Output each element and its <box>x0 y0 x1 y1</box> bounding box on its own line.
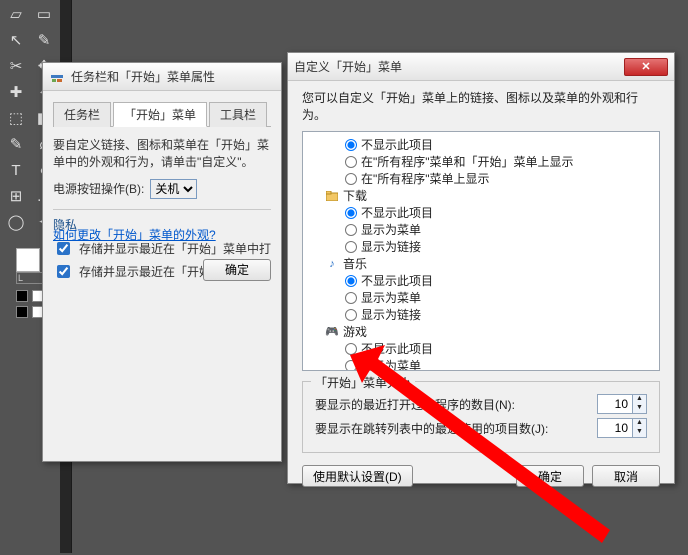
option-label: 显示为菜单 <box>361 289 421 306</box>
option-label: 不显示此项目 <box>361 272 433 289</box>
tool-icon[interactable]: ◯ <box>5 212 27 232</box>
radio-option[interactable] <box>345 309 357 321</box>
jumplist-items-spinner[interactable]: ▲▼ <box>597 418 647 438</box>
radio-option[interactable] <box>345 360 357 372</box>
games-icon: 🎮 <box>325 325 339 339</box>
music-icon: ♪ <box>325 257 339 271</box>
tool-icon[interactable]: ✂ <box>5 56 27 76</box>
dialog-titlebar[interactable]: 任务栏和「开始」菜单属性 <box>43 63 281 91</box>
group-legend: 「开始」菜单大小 <box>311 374 415 391</box>
folder-icon <box>325 189 339 203</box>
taskbar-properties-dialog: 任务栏和「开始」菜单属性 任务栏 「开始」菜单 工具栏 要自定义链接、图标和菜单… <box>42 62 282 462</box>
recent-programs-label: 要显示的最近打开过的程序的数目(N): <box>315 396 515 413</box>
spin-up-icon[interactable]: ▲ <box>632 395 646 404</box>
option-label: 显示为链接 <box>361 238 421 255</box>
dialog-title: 任务栏和「开始」菜单属性 <box>71 68 275 85</box>
tab-taskbar[interactable]: 任务栏 <box>53 102 111 127</box>
option-label: 不显示此项目 <box>361 340 433 357</box>
swatch-mini[interactable] <box>16 306 28 318</box>
tool-icon[interactable]: ⬚ <box>5 108 27 128</box>
tab-strip: 任务栏 「开始」菜单 工具栏 <box>53 101 271 127</box>
radio-option[interactable] <box>345 241 357 253</box>
description-text: 要自定义链接、图标和菜单在「开始」菜单中的外观和行为，请单击"自定义"。 <box>53 137 271 171</box>
option-label: 显示为链接 <box>361 306 421 323</box>
foreground-swatch[interactable] <box>16 248 40 272</box>
store-recent-start-checkbox[interactable] <box>57 242 70 255</box>
spinner-input[interactable] <box>598 421 632 435</box>
tab-toolbars[interactable]: 工具栏 <box>209 102 267 127</box>
spin-up-icon[interactable]: ▲ <box>632 419 646 428</box>
option-label: 不显示此项目 <box>361 136 433 153</box>
tab-start-menu[interactable]: 「开始」菜单 <box>113 102 207 127</box>
swatch-label: L <box>16 272 44 284</box>
option-label: 在"所有程序"菜单上显示 <box>361 170 490 187</box>
spin-down-icon[interactable]: ▼ <box>632 428 646 437</box>
option-label: 在"所有程序"菜单和「开始」菜单上显示 <box>361 153 574 170</box>
start-menu-size-group: 「开始」菜单大小 要显示的最近打开过的程序的数目(N): ▲▼ 要显示在跳转列表… <box>302 381 660 453</box>
store-recent-taskbar-checkbox[interactable] <box>57 265 70 278</box>
spin-down-icon[interactable]: ▼ <box>632 404 646 413</box>
options-tree[interactable]: 不显示此项目 在"所有程序"菜单和「开始」菜单上显示 在"所有程序"菜单上显示 … <box>302 131 660 371</box>
tool-icon[interactable]: ✚ <box>5 82 27 102</box>
tool-icon[interactable]: T <box>5 160 27 180</box>
radio-option[interactable] <box>345 156 357 168</box>
window-icon <box>49 69 65 85</box>
use-defaults-button[interactable]: 使用默认设置(D) <box>302 465 413 487</box>
group-downloads: 下载 <box>343 187 367 204</box>
spinner-input[interactable] <box>598 397 632 411</box>
dialog-title: 自定义「开始」菜单 <box>294 58 624 75</box>
radio-option[interactable] <box>345 173 357 185</box>
ok-button[interactable]: 确定 <box>516 465 584 487</box>
option-label: 不显示此项目 <box>361 204 433 221</box>
tool-icon[interactable]: ▱ <box>5 4 27 24</box>
description-text: 您可以自定义「开始」菜单上的链接、图标以及菜单的外观和行为。 <box>302 89 660 123</box>
radio-option[interactable] <box>345 224 357 236</box>
option-label: 显示为菜单 <box>361 357 421 371</box>
tool-icon[interactable]: ✎ <box>5 134 27 154</box>
radio-option[interactable] <box>345 207 357 219</box>
cancel-button[interactable]: 取消 <box>592 465 660 487</box>
close-button[interactable]: ✕ <box>624 58 668 76</box>
jumplist-items-label: 要显示在跳转列表中的最近使用的项目数(J): <box>315 420 548 437</box>
help-link[interactable]: 如何更改「开始」菜单的外观? <box>53 226 216 243</box>
group-music: 音乐 <box>343 255 367 272</box>
dialog-titlebar[interactable]: 自定义「开始」菜单 ✕ <box>288 53 674 81</box>
power-action-select[interactable]: 关机 <box>150 179 197 199</box>
radio-option[interactable] <box>345 139 357 151</box>
radio-option[interactable] <box>345 275 357 287</box>
tool-icon[interactable]: ▭ <box>33 4 55 24</box>
option-label: 显示为菜单 <box>361 221 421 238</box>
group-games: 游戏 <box>343 323 367 340</box>
swatch-black[interactable] <box>16 290 28 302</box>
tool-icon[interactable]: ↖ <box>5 30 27 50</box>
tool-icon[interactable]: ⊞ <box>5 186 27 206</box>
radio-option[interactable] <box>345 343 357 355</box>
radio-option[interactable] <box>345 292 357 304</box>
tool-icon[interactable]: ✎ <box>33 30 55 50</box>
power-action-label: 电源按钮操作(B): <box>53 180 144 197</box>
ok-button[interactable]: 确定 <box>203 259 271 281</box>
customize-start-menu-dialog: 自定义「开始」菜单 ✕ 您可以自定义「开始」菜单上的链接、图标以及菜单的外观和行… <box>287 52 675 484</box>
recent-programs-spinner[interactable]: ▲▼ <box>597 394 647 414</box>
